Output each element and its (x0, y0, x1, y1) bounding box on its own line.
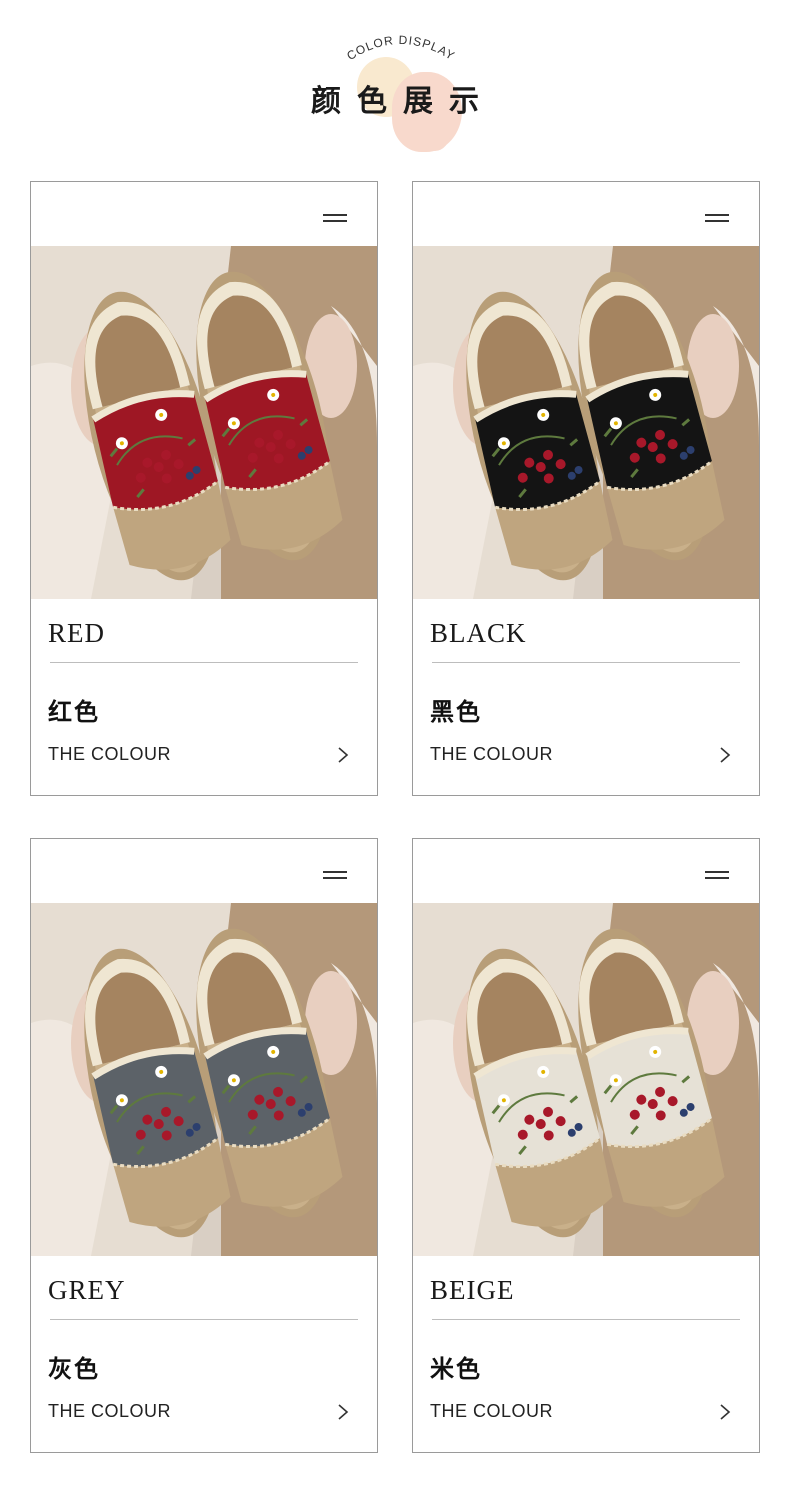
page-title: 颜色展示 (311, 84, 495, 119)
product-photo (31, 246, 377, 599)
product-photo (31, 903, 377, 1256)
the-colour-label: THE COLOUR (48, 1401, 172, 1421)
the-colour-label: THE COLOUR (48, 744, 172, 764)
divider (432, 662, 740, 663)
chevron-right-icon[interactable] (335, 1402, 351, 1422)
color-name-cn: 米色 (430, 1355, 482, 1383)
color-name-cn: 黑色 (430, 698, 482, 726)
color-name-en: BEIGE (430, 1275, 515, 1305)
color-display-subtitle: COLOR DISPLAY (344, 33, 457, 63)
menu-icon[interactable] (705, 214, 729, 222)
chevron-right-icon[interactable] (717, 745, 733, 765)
color-name-cn: 红色 (48, 698, 100, 726)
color-name-en: BLACK (430, 618, 527, 648)
svg-text:COLOR DISPLAY: COLOR DISPLAY (344, 33, 457, 63)
product-photo (413, 246, 759, 599)
menu-icon[interactable] (705, 871, 729, 879)
subtitle-text: COLOR DISPLAY (344, 33, 456, 63)
chevron-right-icon[interactable] (717, 1402, 733, 1422)
menu-icon[interactable] (323, 871, 347, 879)
decor-blob-pink-small (420, 115, 450, 151)
divider (50, 662, 358, 663)
color-name-en: GREY (48, 1275, 126, 1305)
color-card-grey[interactable]: GREY 灰色 THE COLOUR (30, 838, 378, 1453)
chevron-right-icon[interactable] (335, 745, 351, 765)
the-colour-label: THE COLOUR (430, 744, 554, 764)
color-card-red[interactable]: RED 红色 THE COLOUR (30, 181, 378, 796)
the-colour-label: THE COLOUR (430, 1401, 554, 1421)
color-name-en: RED (48, 618, 105, 648)
color-name-cn: 灰色 (48, 1355, 100, 1383)
color-card-black[interactable]: BLACK 黑色 THE COLOUR (412, 181, 760, 796)
divider (432, 1319, 740, 1320)
divider (50, 1319, 358, 1320)
menu-icon[interactable] (323, 214, 347, 222)
product-photo (413, 903, 759, 1256)
color-card-beige[interactable]: BEIGE 米色 THE COLOUR (412, 838, 760, 1453)
section-header: COLOR DISPLAY 颜色展示 (0, 0, 790, 160)
